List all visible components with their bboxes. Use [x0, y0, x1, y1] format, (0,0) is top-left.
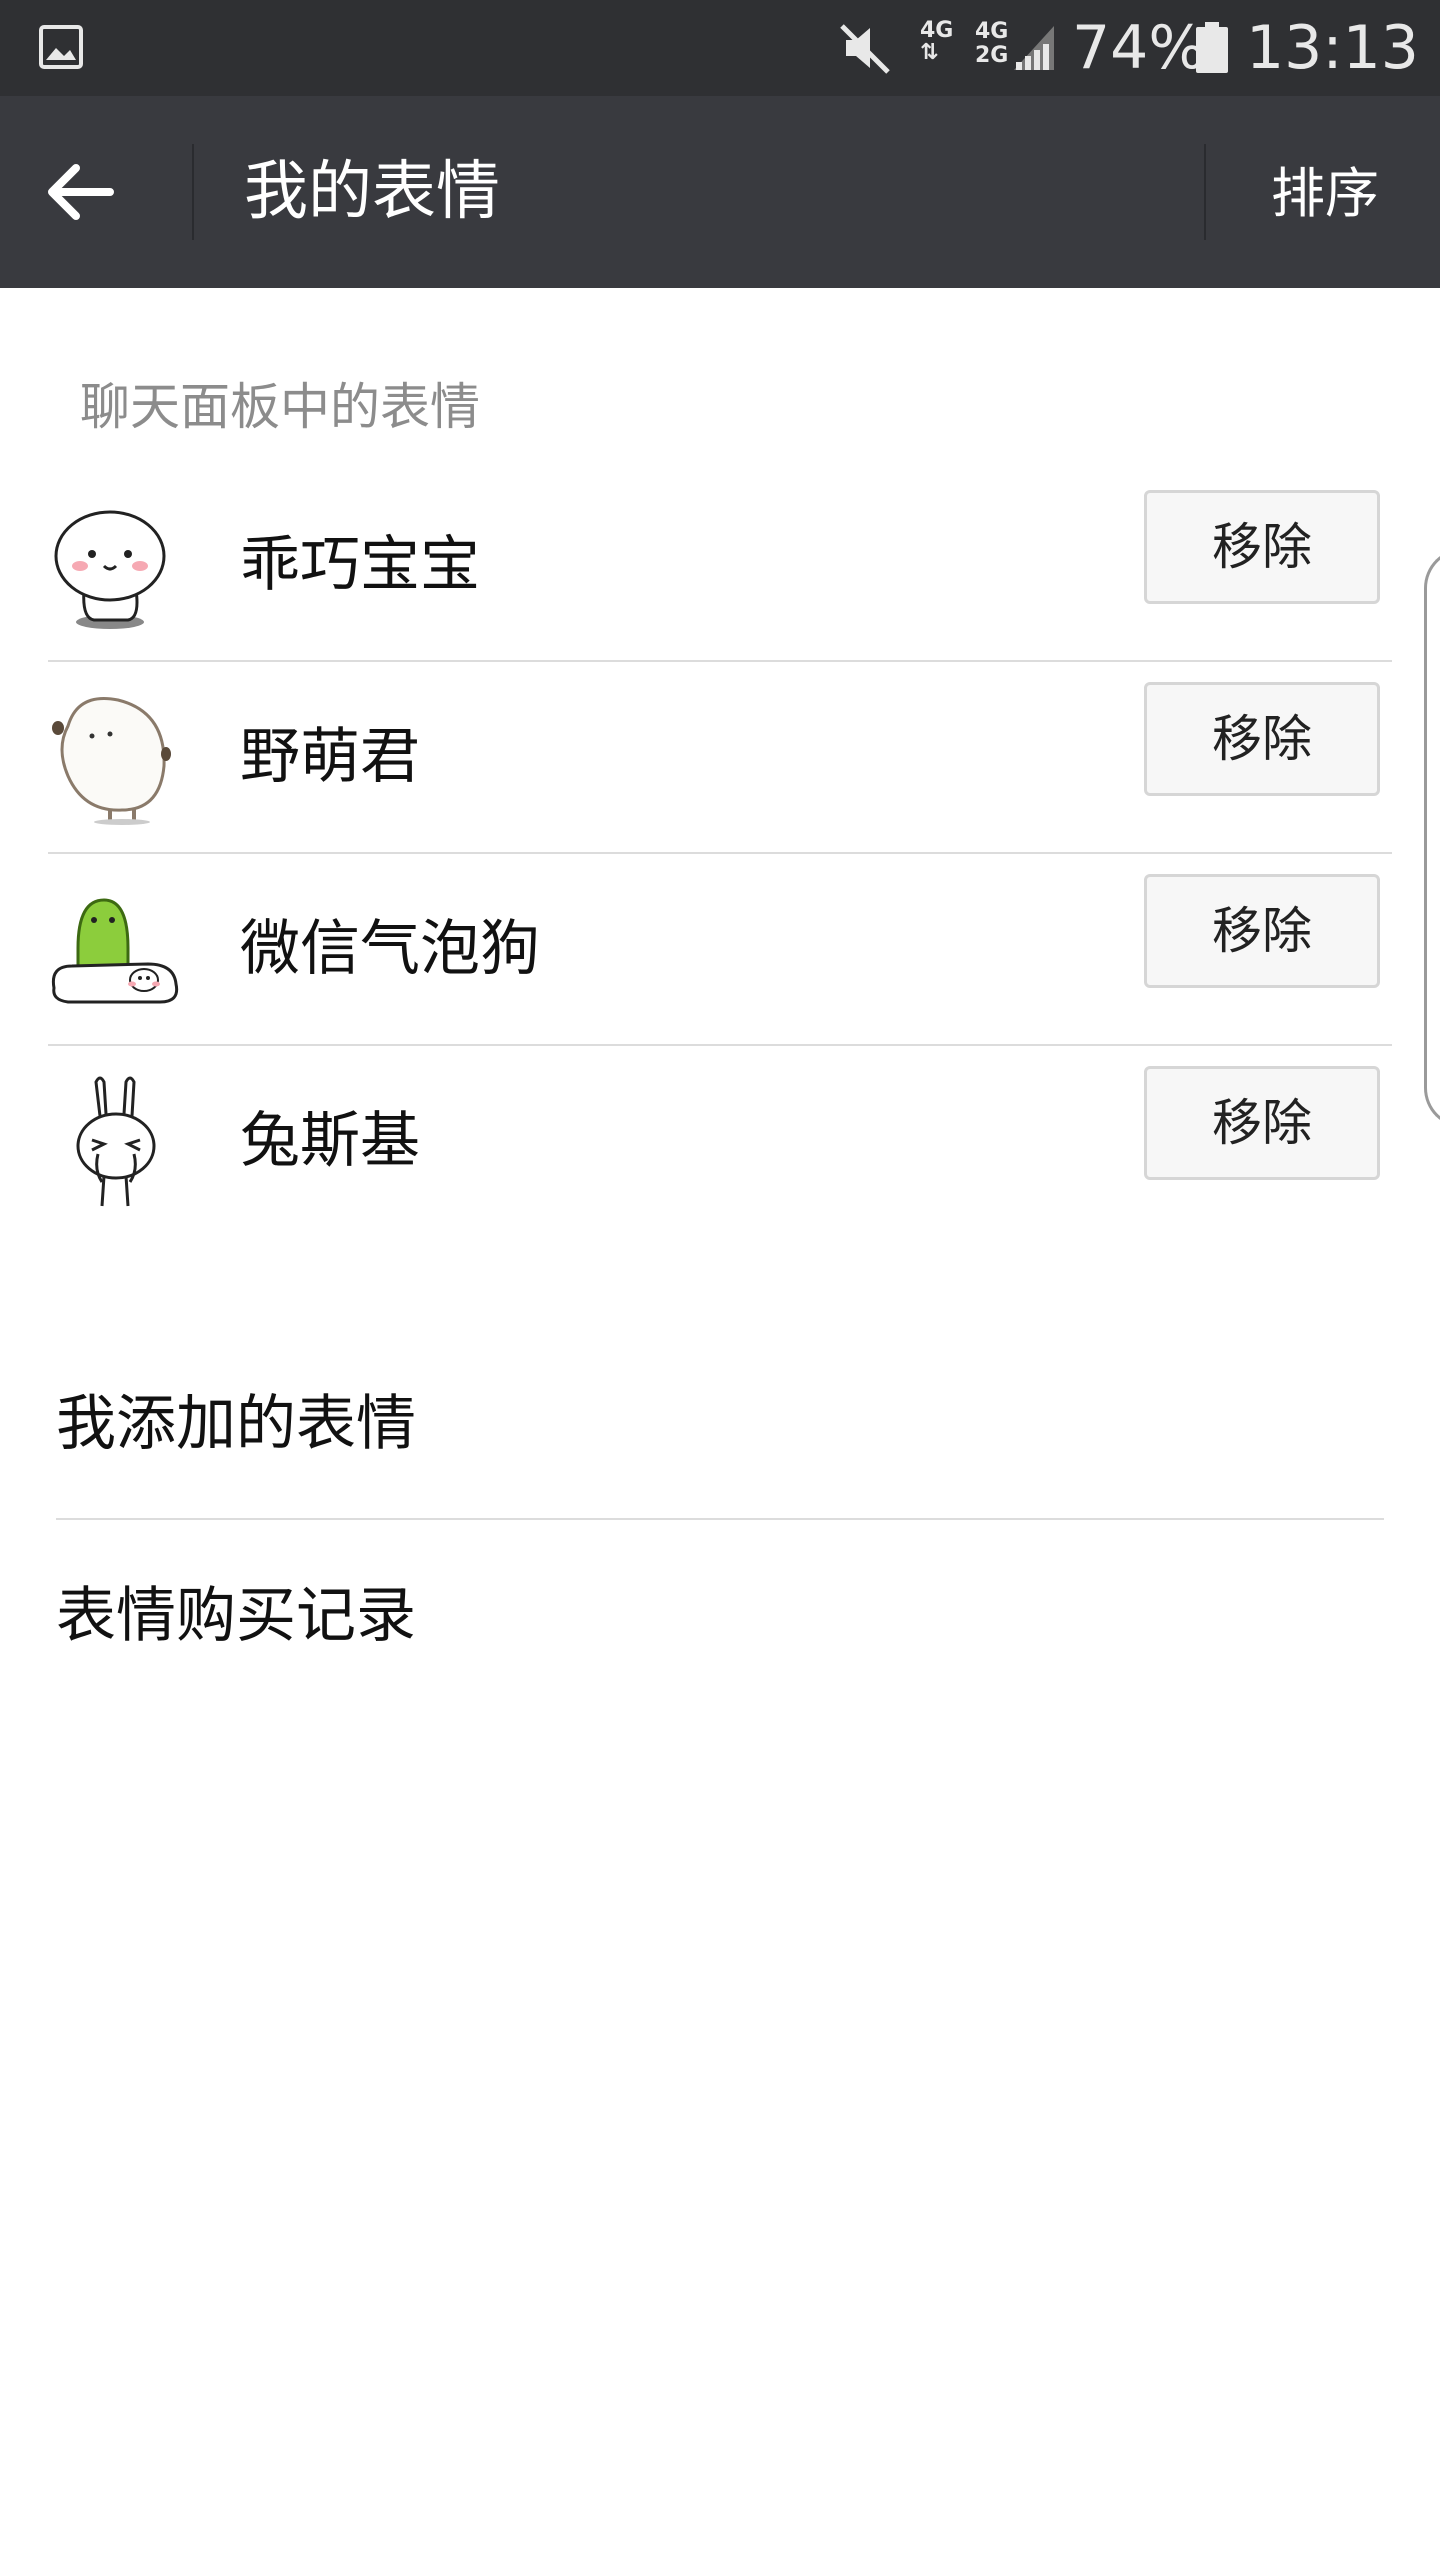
app-bar-divider	[192, 144, 194, 240]
menu-divider	[56, 1518, 1384, 1520]
sticker-name: 微信气泡狗	[240, 914, 540, 984]
gallery-icon	[39, 25, 83, 69]
purchase-history-item[interactable]: 表情购买记录	[56, 1580, 416, 1652]
remove-button[interactable]: 移除	[1144, 682, 1380, 796]
my-added-stickers-item[interactable]: 我添加的表情	[56, 1388, 416, 1460]
mute-icon	[840, 24, 890, 74]
network-dual-label: 4G 2G	[975, 20, 1008, 68]
remove-button[interactable]: 移除	[1144, 1066, 1380, 1180]
signal-icon	[1014, 26, 1054, 70]
sticker-dog-icon	[51, 898, 179, 1004]
data-arrows-icon: ⇅	[920, 40, 939, 65]
app-bar: 我的表情 排序	[0, 96, 1440, 288]
sticker-name: 兔斯基	[240, 1106, 420, 1176]
network-b-label: 2G	[975, 43, 1009, 68]
app-bar-divider-right	[1204, 144, 1206, 240]
sort-button[interactable]: 排序	[1240, 162, 1410, 226]
sticker-potato-icon	[52, 697, 171, 825]
battery-percent: 74%	[1072, 13, 1206, 83]
sticker-name: 野萌君	[240, 722, 420, 792]
sticker-rabbit-icon	[76, 1076, 156, 1207]
status-bar: 4G ⇅ 4G 2G 74% 13:13	[0, 0, 1440, 96]
remove-button[interactable]: 移除	[1144, 490, 1380, 604]
network-a-label: 4G	[975, 19, 1009, 44]
battery-icon	[1196, 22, 1228, 73]
network-top-label: 4G	[920, 18, 954, 43]
back-button[interactable]	[40, 152, 152, 232]
clock: 13:13	[1246, 13, 1419, 83]
sticker-name: 乖巧宝宝	[240, 530, 480, 600]
sticker-baby-icon	[54, 510, 166, 629]
back-arrow-icon	[48, 164, 114, 220]
sticker-row[interactable]: 兔斯基 移除	[48, 1044, 1392, 1236]
page-title: 我的表情	[244, 155, 500, 229]
sticker-row[interactable]: 野萌君 移除	[48, 660, 1392, 852]
sticker-row[interactable]: 乖巧宝宝 移除	[48, 468, 1392, 660]
sticker-row[interactable]: 微信气泡狗 移除	[48, 852, 1392, 1044]
edge-panel-handle[interactable]	[1424, 548, 1440, 1128]
network-4g-label: 4G ⇅	[920, 20, 953, 64]
section-title: 聊天面板中的表情	[80, 378, 480, 436]
remove-button[interactable]: 移除	[1144, 874, 1380, 988]
